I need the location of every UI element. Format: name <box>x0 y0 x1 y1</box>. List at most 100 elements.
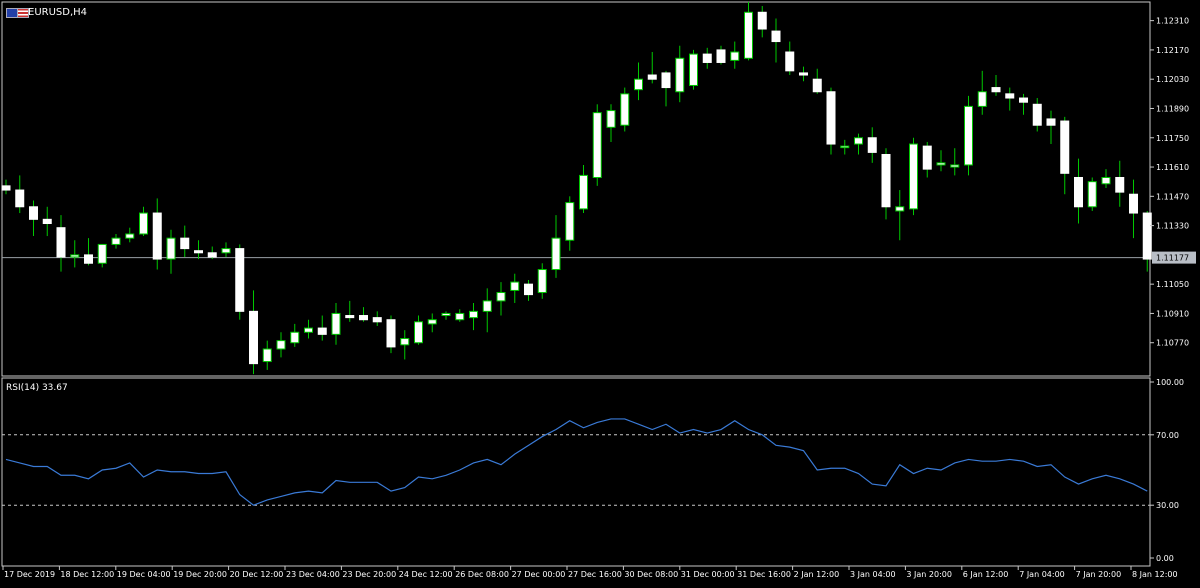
bull-candle-body <box>111 237 121 245</box>
candle <box>249 290 258 375</box>
candle <box>675 45 685 103</box>
bull-candle-body <box>964 105 973 166</box>
candle <box>1 179 11 195</box>
bear-candle-body <box>991 87 1001 93</box>
time-tick-label: 27 Dec 16:00 <box>568 570 622 579</box>
price-tick-label: 1.11050 <box>1156 280 1189 289</box>
price-tick-label: 1.10910 <box>1156 309 1189 318</box>
candle <box>799 66 808 82</box>
candle <box>592 104 602 186</box>
candle <box>386 315 396 354</box>
bear-candle-body <box>799 72 808 76</box>
bull-candle-body <box>895 206 905 212</box>
bear-candle-body <box>922 145 932 170</box>
bear-candle-body <box>386 319 396 348</box>
bear-candle-body <box>345 315 355 319</box>
candle <box>964 95 973 176</box>
bull-candle-body <box>304 327 313 333</box>
candle <box>1019 93 1028 115</box>
bear-candle-body <box>1046 118 1056 126</box>
bear-candle-body <box>881 153 891 208</box>
price-tick-label: 1.11470 <box>1156 192 1189 201</box>
time-tick-label: 20 Dec 12:00 <box>230 570 284 579</box>
candle <box>56 215 66 272</box>
rsi-axis: 100.00 70.00 30.00 0.00 <box>1150 378 1184 563</box>
candle <box>977 70 987 115</box>
candle <box>922 141 932 178</box>
bear-candle-body <box>235 248 245 312</box>
candle <box>867 127 877 163</box>
candle <box>826 87 836 155</box>
candle <box>537 263 547 299</box>
bear-candle-body <box>180 237 190 250</box>
chart-window[interactable]: 1.12310 1.12170 1.12030 1.11890 1.11750 1.116… <box>0 0 1200 584</box>
bull-candle-body <box>290 331 300 344</box>
time-tick-label: 24 Dec 12:00 <box>399 570 453 579</box>
candle <box>1087 177 1097 211</box>
candle <box>1101 169 1111 188</box>
chart-svg[interactable]: 1.12310 1.12170 1.12030 1.11890 1.11750 1.116… <box>0 0 1200 584</box>
bull-candle-body <box>331 312 341 335</box>
candle <box>1005 87 1015 111</box>
candle <box>510 273 520 303</box>
time-tick-label: 30 Dec 08:00 <box>624 570 678 579</box>
time-axis: 17 Dec 2019 18 Dec 12:00 19 Dec 04:00 19 De… <box>2 566 1178 579</box>
candle <box>812 68 822 94</box>
rsi-tick-label: 0.00 <box>1156 554 1174 563</box>
time-tick-label: 19 Dec 20:00 <box>173 570 227 579</box>
bull-candle-body <box>1101 176 1111 185</box>
time-tick-label: 19 Dec 04:00 <box>117 570 171 579</box>
candle <box>496 282 506 316</box>
bull-candle-body <box>482 300 492 312</box>
candle <box>757 6 767 38</box>
candle <box>469 302 478 331</box>
candle <box>1060 116 1070 195</box>
bull-candle-body <box>427 319 437 325</box>
candle <box>290 323 300 347</box>
candle <box>524 279 533 301</box>
bull-candle-body <box>221 248 231 254</box>
candle <box>125 227 135 243</box>
candle <box>15 175 25 214</box>
candle <box>606 104 616 142</box>
price-axis: 1.12310 1.12170 1.12030 1.11890 1.11750 1.116… <box>1150 17 1196 348</box>
candle <box>1032 98 1042 132</box>
bull-candle-body <box>620 93 630 126</box>
candle <box>840 139 850 155</box>
bull-candle-body <box>441 312 451 317</box>
candle <box>207 246 217 260</box>
candle <box>42 206 52 237</box>
bull-candle-body <box>400 338 410 346</box>
bull-candle-body <box>854 137 863 145</box>
bear-candle-body <box>372 317 382 323</box>
time-tick-label: 27 Dec 00:00 <box>512 570 566 579</box>
bull-candle-body <box>909 143 918 210</box>
bull-candle-body <box>510 281 520 291</box>
bull-candle-body <box>840 145 850 149</box>
bear-candle-body <box>1019 97 1028 103</box>
candle <box>881 148 891 220</box>
candle <box>771 18 781 63</box>
time-tick-label: 7 Jan 20:00 <box>1076 570 1122 579</box>
bear-candle-body <box>1005 93 1015 99</box>
bull-candle-body <box>689 53 698 86</box>
candles-layer <box>1 1 1152 375</box>
bull-candle-body <box>606 110 616 128</box>
bear-candle-body <box>757 11 767 30</box>
candle <box>276 332 286 358</box>
time-tick-label: 8 Jan 12:00 <box>1132 570 1178 579</box>
bull-candle-body <box>744 11 753 59</box>
current-price-label: 1.11177 <box>1156 254 1189 263</box>
candle <box>1115 160 1125 207</box>
price-tick-label: 1.12310 <box>1156 17 1189 26</box>
bull-candle-body <box>166 237 176 260</box>
time-tick-label: 23 Dec 04:00 <box>286 570 340 579</box>
candle <box>1129 179 1138 239</box>
bull-candle-body <box>551 237 561 271</box>
candle <box>235 244 245 320</box>
bear-candle-body <box>317 327 327 335</box>
candle <box>111 233 121 249</box>
bull-candle-body <box>537 269 547 294</box>
candle <box>991 75 1001 96</box>
rsi-label: RSI(14) 33.67 <box>6 383 68 393</box>
